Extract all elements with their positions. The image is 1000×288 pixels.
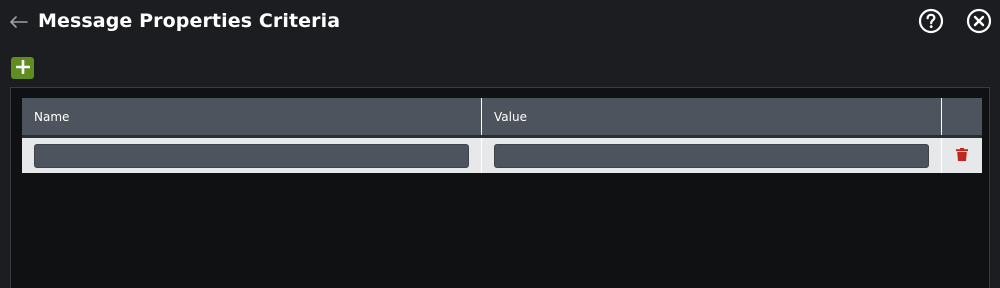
page-title: Message Properties Criteria [38,10,341,32]
value-input[interactable] [494,143,929,168]
plus-icon [15,59,30,78]
table-header: Name Value [22,98,982,138]
add-criteria-button[interactable] [11,57,34,79]
column-header-name: Name [22,98,482,135]
close-button[interactable] [966,8,992,38]
criteria-panel: Name Value [10,87,990,288]
trash-icon [956,146,968,165]
value-cell [482,138,942,173]
message-properties-criteria-dialog: Message Properties Criteria Name Value [0,0,1000,288]
close-circle-icon [966,8,992,38]
help-button[interactable] [918,8,944,38]
column-header-value: Value [482,98,942,135]
column-header-actions [942,98,982,135]
name-cell [22,138,482,173]
criteria-table: Name Value [22,98,982,173]
question-circle-icon [918,8,944,38]
table-row [22,138,982,173]
arrow-left-icon [10,13,28,32]
name-input[interactable] [34,143,469,168]
back-button[interactable] [8,11,30,33]
delete-row-button[interactable] [953,147,971,165]
actions-cell [942,138,982,173]
dialog-header: Message Properties Criteria [0,0,1000,46]
